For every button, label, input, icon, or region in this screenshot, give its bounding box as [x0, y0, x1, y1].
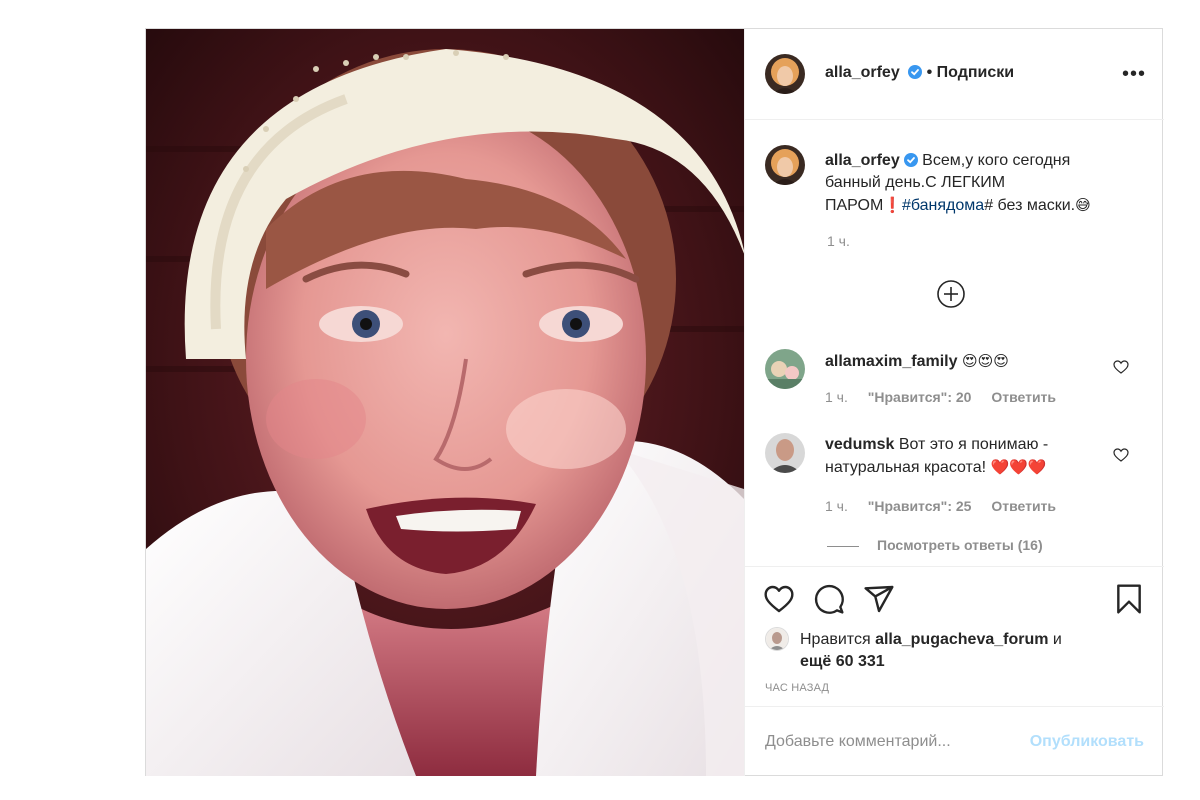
likes-others: ещё 60 331 — [800, 651, 1100, 673]
comment-avatar[interactable] — [765, 349, 805, 389]
caption-time[interactable]: 1 ч. — [827, 233, 850, 249]
caption-emoji: 😅 — [1075, 196, 1091, 214]
verified-badge-icon — [903, 153, 918, 167]
comment-emoji: ❤️❤️❤️ — [990, 458, 1047, 476]
post-time-ago[interactable]: ЧАС НАЗАД — [765, 682, 829, 694]
more-options-icon[interactable]: ••• — [1122, 63, 1146, 86]
author-avatar[interactable] — [765, 54, 805, 94]
likes-summary: Нравится alla_pugacheva_forum и — [800, 629, 1100, 651]
comment-likes-count[interactable]: "Нравится": 25 — [868, 498, 972, 514]
comment-username[interactable]: vedumsk — [825, 436, 894, 453]
replies-divider — [827, 545, 859, 547]
following-button[interactable]: • Подписки — [927, 64, 1015, 81]
comment-time[interactable]: 1 ч. — [825, 498, 848, 514]
add-comment-form: Опубликовать — [745, 706, 1164, 777]
comment-time[interactable]: 1 ч. — [825, 389, 848, 405]
header-user: alla_orfey • Подписки — [825, 64, 1014, 82]
comment-likes-count[interactable]: "Нравится": 20 — [868, 389, 972, 405]
liker-avatar[interactable] — [765, 627, 789, 651]
caption-username[interactable]: alla_orfey — [825, 152, 900, 169]
post-sidebar: alla_orfey • Подписки ••• alla_orfey Все… — [744, 29, 1164, 776]
caption-text-end: # без маски. — [984, 197, 1076, 214]
comment-item: vedumsk Вот это я понимаю - натуральная … — [825, 434, 1095, 479]
likes-others-count[interactable]: ещё 60 331 — [800, 653, 885, 670]
author-username[interactable]: alla_orfey — [825, 64, 900, 81]
likes-connector: и — [1052, 631, 1062, 648]
share-send-icon[interactable] — [863, 583, 895, 615]
comment-item: allamaxim_family 😍😍😍 — [825, 350, 1095, 373]
comment-avatar[interactable] — [765, 433, 805, 473]
exclamation-emoji: ❗ — [883, 196, 902, 214]
liker-username[interactable]: alla_pugacheva_forum — [875, 631, 1048, 648]
caption-avatar[interactable] — [765, 145, 805, 185]
likes-prefix: Нравится — [800, 631, 871, 648]
selfie-image — [146, 29, 744, 776]
comment-bubble-icon[interactable] — [813, 583, 845, 615]
reply-button[interactable]: Ответить — [991, 498, 1056, 514]
publish-button[interactable]: Опубликовать — [1030, 733, 1144, 751]
comment-input[interactable] — [765, 729, 1005, 755]
comment-username[interactable]: allamaxim_family — [825, 353, 958, 370]
comment-like-heart-icon[interactable] — [1113, 359, 1129, 375]
post-caption: alla_orfey Всем,у кого сегодня банный де… — [825, 150, 1125, 217]
post-card: alla_orfey • Подписки ••• alla_orfey Все… — [145, 28, 1164, 776]
view-replies-button[interactable]: Посмотреть ответы (16) — [827, 537, 1043, 553]
comment-meta: 1 ч. "Нравится": 20 Ответить — [825, 389, 1072, 405]
load-more-comments-icon[interactable] — [936, 279, 966, 309]
post-header: alla_orfey • Подписки ••• — [745, 29, 1164, 120]
like-heart-icon[interactable] — [763, 583, 795, 615]
post-actions: Нравится alla_pugacheva_forum и ещё 60 3… — [745, 566, 1164, 776]
save-bookmark-icon[interactable] — [1113, 583, 1145, 615]
comment-like-heart-icon[interactable] — [1113, 447, 1129, 463]
comment-meta: 1 ч. "Нравится": 25 Ответить — [825, 498, 1072, 514]
verified-badge-icon — [908, 65, 923, 79]
hashtag-link[interactable]: #банядома — [902, 197, 984, 214]
view-replies-label[interactable]: Посмотреть ответы (16) — [877, 537, 1043, 553]
post-photo[interactable] — [146, 29, 744, 776]
reply-button[interactable]: Ответить — [991, 389, 1056, 405]
comment-emoji: 😍😍😍 — [961, 352, 1009, 370]
